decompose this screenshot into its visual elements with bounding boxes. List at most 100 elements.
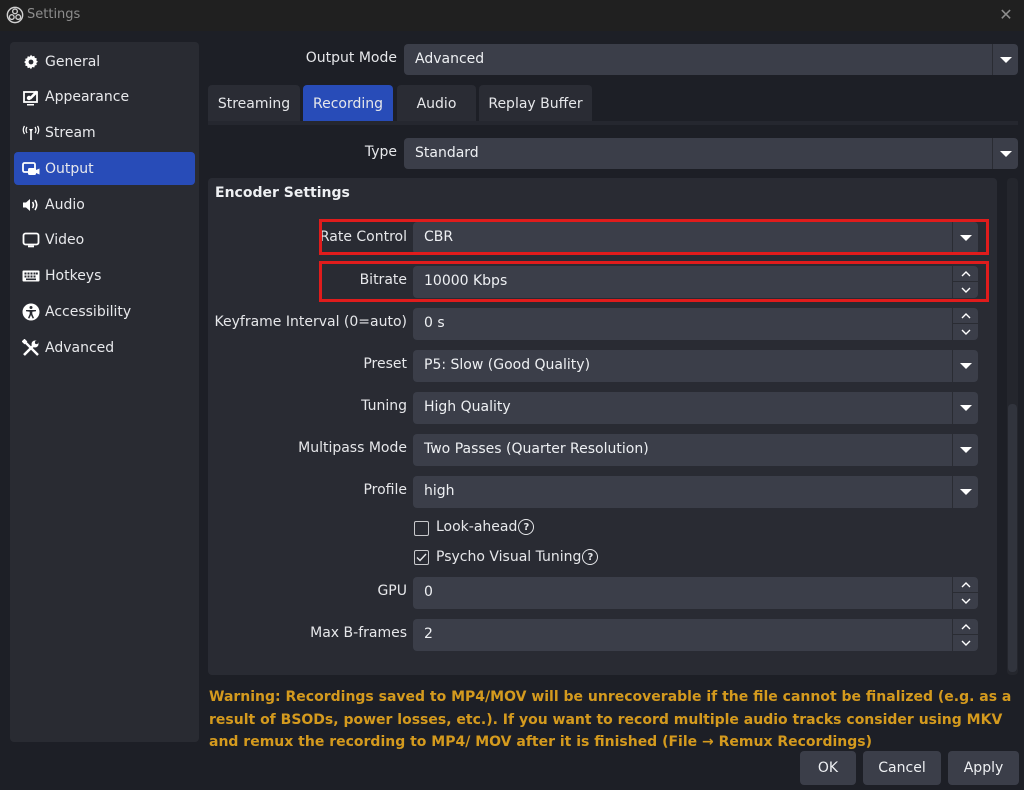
psycho-visual-tuning-option[interactable]: Psycho Visual Tuning ? [436, 549, 599, 565]
max-b-frames-spinbox[interactable]: 2 [413, 619, 979, 651]
vertical-scrollbar[interactable] [1007, 178, 1018, 675]
preset-select[interactable]: P5: Slow (Good Quality) [413, 350, 978, 382]
max-b-frames-label: Max B-frames [310, 625, 407, 641]
sidebar-item-label: Appearance [45, 89, 130, 106]
keyframe-interval-spinbox[interactable]: 0 s [413, 308, 979, 340]
output-mode-label: Output Mode [305, 50, 397, 66]
look-ahead-label: Look-ahead [436, 519, 518, 535]
settings-sidebar: General Appearance Stream Output Audio V… [10, 42, 199, 742]
chevron-up-icon[interactable] [953, 266, 979, 282]
chevron-up-icon[interactable] [953, 577, 979, 593]
psycho-visual-tuning-checkbox[interactable] [414, 550, 429, 565]
appearance-icon [22, 88, 40, 106]
sidebar-item-hotkeys[interactable]: Hotkeys [14, 260, 195, 293]
chevron-down-icon[interactable] [952, 392, 978, 424]
encoder-settings-title: Encoder Settings [215, 185, 350, 201]
chevron-down-icon[interactable] [953, 635, 979, 651]
mp4-warning-text: Warning: Recordings saved to MP4/MOV wil… [209, 689, 1012, 750]
sidebar-item-accessibility[interactable]: Accessibility [14, 296, 195, 329]
profile-select[interactable]: high [413, 476, 978, 508]
gear-icon [22, 53, 40, 71]
window-title: Settings [27, 7, 81, 22]
type-select[interactable]: Standard [404, 138, 1018, 169]
apply-button[interactable]: Apply [948, 751, 1019, 785]
bitrate-spinbox[interactable]: 10000 Kbps [413, 266, 979, 298]
psycho-visual-tuning-label: Psycho Visual Tuning [436, 549, 582, 565]
chevron-down-icon[interactable] [953, 593, 979, 609]
multipass-mode-label: Multipass Mode [298, 440, 407, 456]
sidebar-item-appearance[interactable]: Appearance [14, 81, 195, 114]
tab-label: Streaming [217, 95, 291, 112]
look-ahead-option[interactable]: Look-ahead ? [436, 519, 535, 535]
sidebar-item-label: Hotkeys [45, 268, 102, 285]
type-label: Type [364, 144, 397, 160]
sidebar-item-stream[interactable]: Stream [14, 117, 195, 150]
multipass-mode-select[interactable]: Two Passes (Quarter Resolution) [413, 434, 978, 466]
help-icon[interactable]: ? [582, 549, 599, 565]
spin-buttons [952, 619, 979, 651]
chevron-down-icon[interactable] [952, 222, 978, 254]
chevron-down-icon[interactable] [992, 138, 1018, 169]
tab-audio[interactable]: Audio [397, 85, 476, 122]
chevron-down-icon[interactable] [953, 324, 979, 340]
tab-label: Recording [312, 95, 384, 112]
chevron-down-icon[interactable] [952, 434, 978, 466]
rate-control-label: Rate Control [319, 229, 407, 245]
gpu-value: 0 [424, 584, 433, 600]
tools-icon [22, 338, 40, 357]
profile-value: high [424, 483, 455, 499]
multipass-mode-value: Two Passes (Quarter Resolution) [424, 441, 649, 457]
chevron-down-icon[interactable] [953, 282, 979, 298]
chevron-down-icon[interactable] [992, 44, 1018, 75]
sidebar-item-output[interactable]: Output [14, 152, 195, 186]
monitor-icon [22, 231, 40, 249]
accessibility-icon [22, 303, 40, 321]
chevron-down-icon[interactable] [952, 350, 978, 382]
scrollbar-thumb[interactable] [1008, 404, 1017, 672]
ok-button[interactable]: OK [800, 751, 856, 785]
sidebar-item-label: Video [45, 232, 85, 249]
keyframe-interval-value: 0 s [424, 315, 445, 331]
cancel-button[interactable]: Cancel [863, 751, 941, 785]
tab-divider [208, 121, 1018, 125]
tuning-select[interactable]: High Quality [413, 392, 978, 424]
look-ahead-checkbox[interactable] [414, 521, 429, 536]
chevron-up-icon[interactable] [953, 619, 979, 635]
checkmark-icon [416, 553, 427, 562]
gpu-spinbox[interactable]: 0 [413, 577, 979, 609]
tab-replay-buffer[interactable]: Replay Buffer [479, 85, 592, 122]
output-mode-value: Advanced [415, 51, 485, 67]
type-value: Standard [415, 145, 479, 161]
sidebar-item-label: Accessibility [45, 304, 132, 321]
preset-label: Preset [363, 356, 407, 372]
sidebar-item-label: Audio [45, 196, 85, 213]
speaker-icon [22, 196, 40, 214]
sidebar-item-label: General [45, 53, 101, 70]
sidebar-item-label: Stream [45, 125, 96, 142]
tab-streaming[interactable]: Streaming [208, 85, 300, 122]
chevron-down-icon[interactable] [952, 476, 978, 508]
bitrate-label: Bitrate [359, 272, 407, 288]
sidebar-item-advanced[interactable]: Advanced [14, 331, 195, 364]
sidebar-item-general[interactable]: General [14, 45, 195, 78]
preset-value: P5: Slow (Good Quality) [424, 357, 591, 373]
sidebar-item-audio[interactable]: Audio [14, 188, 195, 221]
title-bar: Settings ✕ [0, 0, 1024, 31]
output-mode-select[interactable]: Advanced [404, 44, 1018, 75]
tuning-value: High Quality [424, 399, 511, 415]
keyboard-icon [22, 267, 40, 285]
sidebar-item-video[interactable]: Video [14, 224, 195, 257]
spin-buttons [952, 308, 979, 340]
max-b-frames-value: 2 [424, 626, 433, 642]
tab-recording[interactable]: Recording [303, 85, 393, 122]
sidebar-item-label: Advanced [45, 339, 115, 356]
antenna-icon [22, 124, 40, 142]
gpu-label: GPU [377, 583, 407, 599]
bitrate-value: 10000 Kbps [424, 273, 508, 289]
rate-control-select[interactable]: CBR [413, 222, 978, 254]
spin-buttons [952, 266, 979, 298]
help-icon[interactable]: ? [518, 519, 535, 535]
spin-buttons [952, 577, 979, 609]
chevron-up-icon[interactable] [953, 308, 979, 324]
close-icon[interactable]: ✕ [994, 4, 1018, 26]
